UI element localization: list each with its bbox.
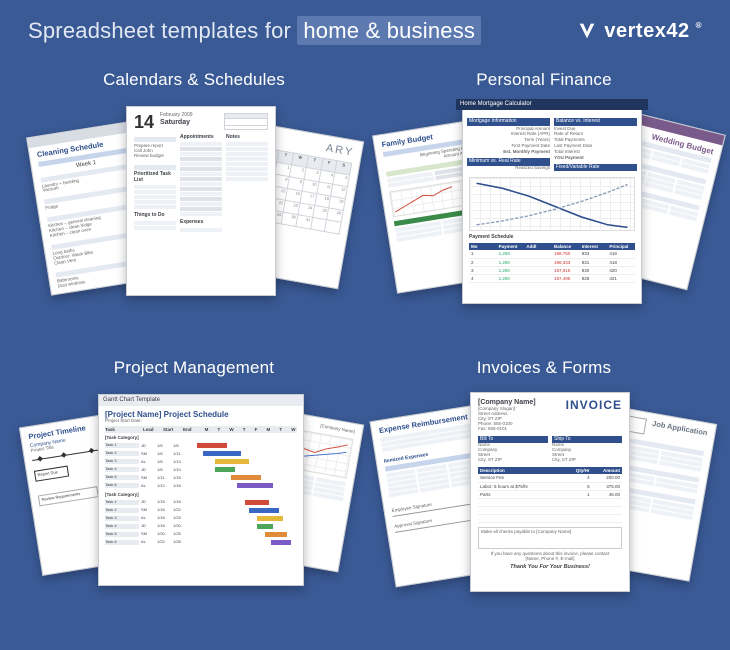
planner-day-number: 14	[134, 113, 154, 131]
template-title: Home Mortgage Calculator	[456, 99, 648, 110]
mortgage-box2: Balance vs. Interest	[554, 118, 637, 126]
planner-col2: Appointments	[180, 135, 222, 141]
category-finance: Personal Finance Family Budget Beginning…	[384, 70, 704, 332]
template-gantt-chart[interactable]: Gantt Chart Template [Project Name] Proj…	[98, 394, 304, 586]
planner-footer1: Things to Do	[134, 213, 176, 219]
brand-logo: vertex42 ®	[576, 20, 702, 43]
planner-footer2: Expenses	[180, 220, 222, 226]
categories-grid: Calendars & Schedules Cleaning Schedule …	[0, 56, 730, 644]
brand-reg-icon: ®	[696, 21, 702, 30]
template-stack: Cleaning Schedule Week 1 Laundry + beddi…	[34, 100, 354, 310]
category-title: Calendars & Schedules	[103, 70, 285, 90]
template-title: Job Application	[650, 420, 708, 444]
category-title: Invoices & Forms	[477, 358, 612, 378]
category-calendars: Calendars & Schedules Cleaning Schedule …	[34, 70, 354, 332]
headline-prefix: Spreadsheet templates for	[28, 18, 291, 43]
template-invoice[interactable]: [Company Name] [Company Slogan] Street A…	[470, 392, 630, 592]
template-stack: Family Budget Beginning Spending Balance…	[384, 100, 704, 310]
category-title: Project Management	[114, 358, 274, 378]
mortgage-payment-title: Payment Schedule	[469, 235, 635, 241]
template-daily-planner[interactable]: 14 February 2009 Saturday	[126, 106, 276, 296]
invoice-heading: INVOICE	[566, 399, 622, 413]
month-suffix: ARY	[325, 142, 355, 159]
template-mortgage-calculator[interactable]: Home Mortgage Calculator Mortgage Inform…	[462, 104, 642, 304]
category-project: Project Management Project Timeline Comp…	[34, 358, 354, 620]
headline: Spreadsheet templates for home & busines…	[28, 18, 481, 44]
brand-mark-icon	[576, 20, 598, 42]
planner-col3: Notes	[226, 135, 268, 141]
planner-col1: Prioritized Task List	[134, 172, 176, 184]
invoice-thanks: Thank You For Your Business!	[478, 564, 622, 570]
gantt-start-label: Project Start Date:	[105, 419, 297, 424]
template-stack: Expense Reimbursement Itemized Expenses …	[384, 388, 704, 598]
category-title: Personal Finance	[476, 70, 612, 90]
headline-highlight: home & business	[297, 16, 481, 45]
mortgage-box1: Mortgage Information	[467, 118, 550, 126]
brand-name: vertex42	[604, 20, 689, 43]
planner-weekday: Saturday	[160, 119, 218, 127]
category-invoices: Invoices & Forms Expense Reimbursement I…	[384, 358, 704, 620]
template-stack: Project Timeline Company Name Project Ti…	[34, 388, 354, 598]
gantt-title-bar: Gantt Chart Template	[99, 395, 303, 406]
header: Spreadsheet templates for home & busines…	[0, 0, 730, 56]
